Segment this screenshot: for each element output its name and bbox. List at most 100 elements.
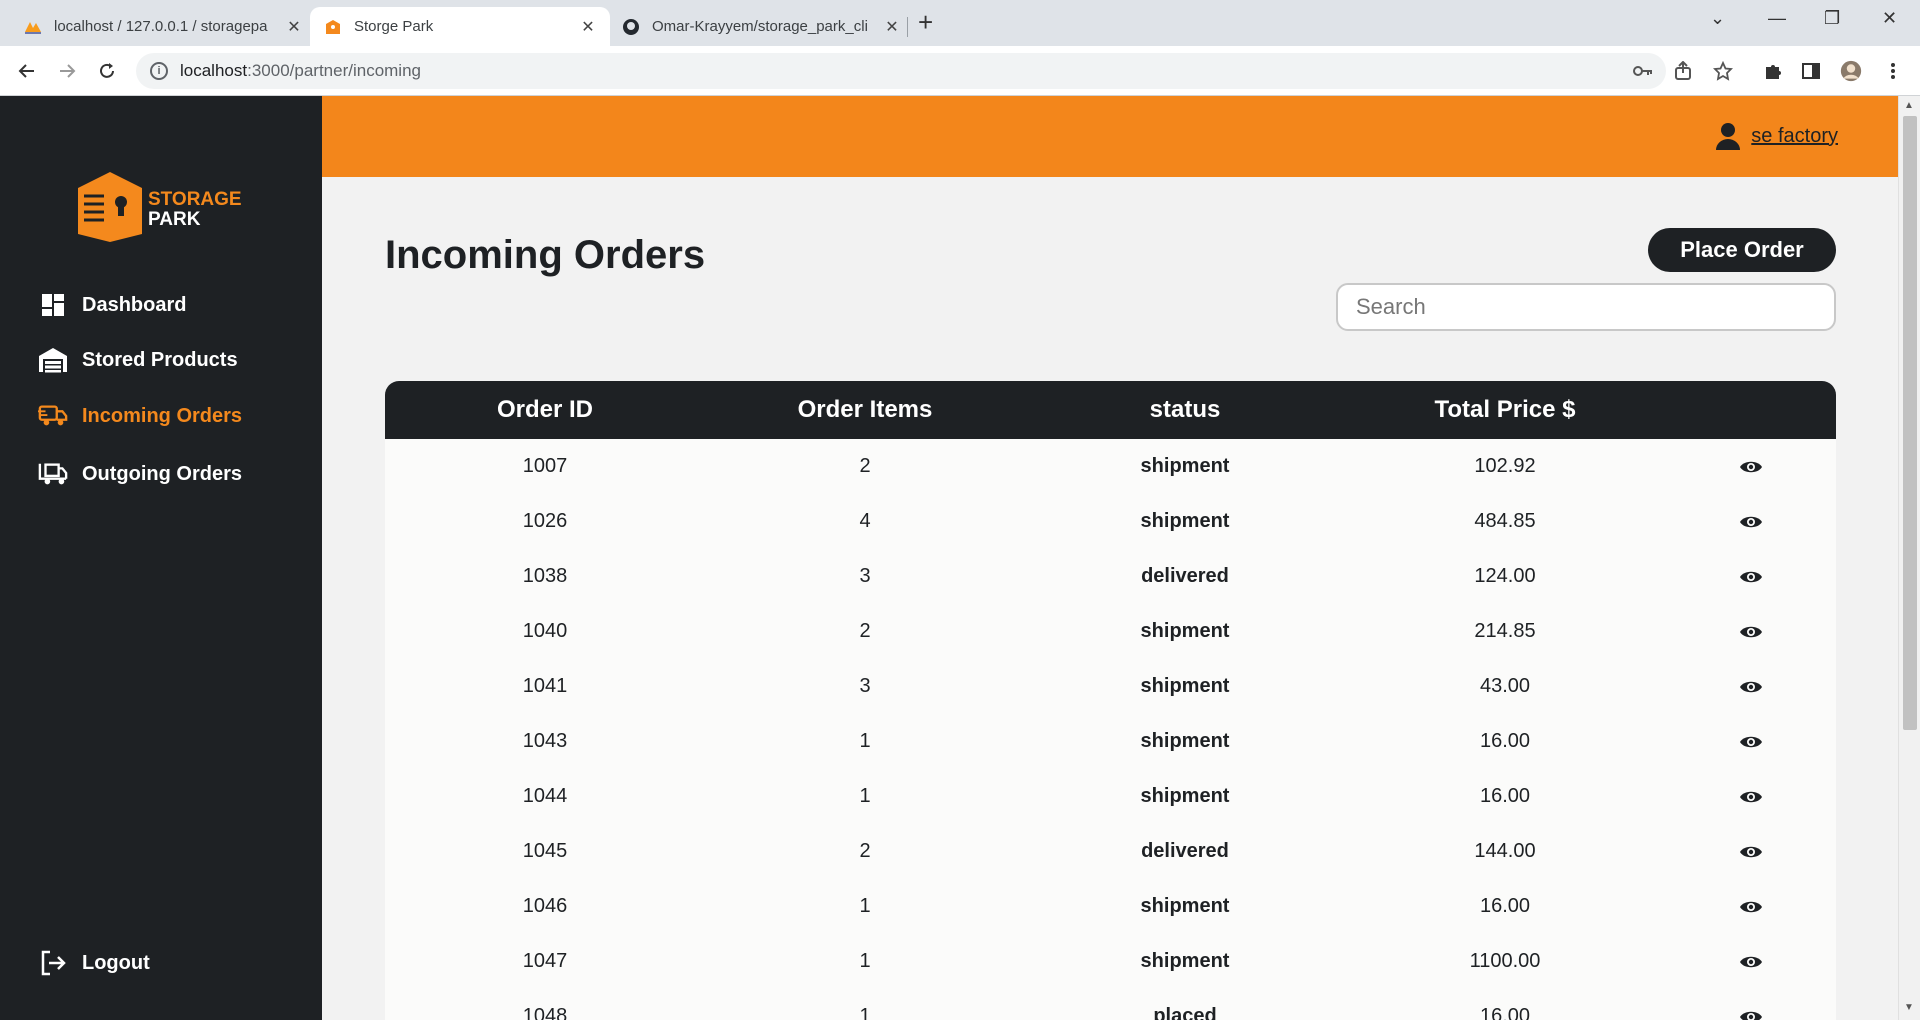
view-order-button[interactable] (1665, 679, 1836, 695)
table-row[interactable]: 1026 4 shipment 484.85 (385, 494, 1836, 549)
storage-park-logo[interactable]: STORAGE PARK (76, 170, 246, 244)
eye-icon[interactable] (1739, 679, 1763, 695)
table-row[interactable]: 1046 1 shipment 16.00 (385, 879, 1836, 934)
cell-status: shipment (1140, 895, 1230, 917)
minimize-icon[interactable]: — (1768, 8, 1786, 29)
side-panel-icon[interactable] (1800, 60, 1822, 82)
cell-order-items: 1 (859, 895, 871, 917)
table-row[interactable]: 1038 3 delivered 124.00 (385, 549, 1836, 604)
address-bar[interactable]: i localhost:3000/partner/incoming (136, 53, 1666, 89)
view-order-button[interactable] (1665, 514, 1836, 530)
view-order-button[interactable] (1665, 459, 1836, 475)
cell-status: shipment (1140, 785, 1230, 807)
column-header-status[interactable]: status (1025, 396, 1345, 424)
profile-avatar-icon[interactable] (1840, 60, 1862, 82)
logout-button[interactable]: Logout (38, 946, 150, 980)
cell-total-price: 484.85 (1474, 510, 1536, 532)
tab-close-icon[interactable]: ✕ (884, 17, 900, 37)
password-key-icon[interactable] (1632, 60, 1654, 82)
cell-order-id: 1044 (522, 785, 568, 807)
new-tab-plus-icon[interactable]: + (918, 8, 933, 36)
table-row[interactable]: 1045 2 delivered 144.00 (385, 824, 1836, 879)
cell-order-items: 3 (859, 675, 871, 697)
table-row[interactable]: 1047 1 shipment 1100.00 (385, 934, 1836, 989)
cell-order-id: 1026 (522, 510, 568, 532)
sidebar: STORAGE PARK Dashboard Stored Products I… (0, 96, 322, 1020)
restore-icon[interactable]: ❐ (1824, 8, 1840, 29)
browser-tab-github[interactable]: Omar-Krayyem/storage_park_cli ✕ (608, 7, 914, 46)
tab-close-icon[interactable]: ✕ (286, 17, 302, 37)
cell-status: shipment (1140, 675, 1230, 697)
cell-order-id: 1048 (522, 1005, 568, 1020)
forward-arrow-icon[interactable] (52, 56, 82, 86)
table-row[interactable]: 1007 2 shipment 102.92 (385, 439, 1836, 494)
column-header-order-items[interactable]: Order Items (705, 396, 1025, 424)
cell-total-price: 16.00 (1479, 785, 1531, 807)
eye-icon[interactable] (1739, 954, 1763, 970)
eye-icon[interactable] (1739, 899, 1763, 915)
cell-status: delivered (1141, 565, 1229, 587)
tab-search-chevron-icon[interactable]: ⌄ (1710, 8, 1725, 29)
phpmyadmin-favicon-icon (25, 21, 41, 34)
view-order-button[interactable] (1665, 569, 1836, 585)
site-info-icon[interactable]: i (150, 62, 168, 80)
eye-icon[interactable] (1739, 569, 1763, 585)
view-order-button[interactable] (1665, 624, 1836, 640)
user-menu[interactable]: se factory (1715, 122, 1838, 150)
eye-icon[interactable] (1739, 514, 1763, 530)
extensions-puzzle-icon[interactable] (1762, 60, 1784, 82)
eye-icon[interactable] (1739, 734, 1763, 750)
view-order-button[interactable] (1665, 734, 1836, 750)
storage-park-favicon-icon (326, 19, 340, 34)
view-order-button[interactable] (1665, 789, 1836, 805)
view-order-button[interactable] (1665, 1009, 1836, 1020)
table-row[interactable]: 1048 1 placed 16.00 (385, 989, 1836, 1020)
column-header-order-id[interactable]: Order ID (385, 396, 705, 424)
view-order-button[interactable] (1665, 844, 1836, 860)
tab-close-icon[interactable]: ✕ (580, 17, 596, 37)
table-row[interactable]: 1040 2 shipment 214.85 (385, 604, 1836, 659)
share-icon[interactable] (1672, 60, 1694, 82)
sidebar-item-outgoing-orders[interactable]: Outgoing Orders (38, 457, 242, 491)
close-window-icon[interactable]: ✕ (1882, 8, 1897, 29)
user-name-link[interactable]: se factory (1751, 125, 1838, 148)
cell-order-id: 1040 (522, 620, 568, 642)
cell-order-items: 1 (859, 950, 871, 972)
cell-order-items: 4 (859, 510, 871, 532)
view-order-button[interactable] (1665, 954, 1836, 970)
browser-menu-icon[interactable] (1882, 60, 1904, 82)
eye-icon[interactable] (1739, 1009, 1763, 1020)
table-row[interactable]: 1043 1 shipment 16.00 (385, 714, 1836, 769)
cell-order-items: 2 (859, 620, 871, 642)
bookmark-star-icon[interactable] (1712, 60, 1734, 82)
sidebar-item-label: Outgoing Orders (82, 462, 242, 485)
eye-icon[interactable] (1739, 624, 1763, 640)
column-header-total-price[interactable]: Total Price $ (1345, 396, 1665, 424)
scroll-up-arrow-icon[interactable]: ▲ (1904, 100, 1914, 111)
back-arrow-icon[interactable] (12, 56, 42, 86)
reload-icon[interactable] (92, 56, 122, 86)
app-header: se factory (322, 96, 1898, 177)
sidebar-item-incoming-orders[interactable]: Incoming Orders (38, 399, 242, 433)
search-input[interactable] (1336, 283, 1836, 331)
cell-order-id: 1045 (522, 840, 568, 862)
browser-tab-phpmyadmin[interactable]: localhost / 127.0.0.1 / storagepa ✕ (10, 7, 316, 46)
cell-total-price: 102.92 (1474, 455, 1536, 477)
browser-tab-storge-park[interactable]: Storge Park ✕ (310, 7, 610, 46)
user-icon (1716, 123, 1741, 150)
scrollbar-thumb[interactable] (1903, 116, 1917, 730)
eye-icon[interactable] (1739, 789, 1763, 805)
table-row[interactable]: 1044 1 shipment 16.00 (385, 769, 1836, 824)
truck-fast-icon (38, 402, 68, 430)
sidebar-item-stored-products[interactable]: Stored Products (38, 343, 238, 377)
scroll-down-arrow-icon[interactable]: ▼ (1904, 1002, 1914, 1013)
sidebar-item-dashboard[interactable]: Dashboard (38, 288, 186, 322)
eye-icon[interactable] (1739, 844, 1763, 860)
view-order-button[interactable] (1665, 899, 1836, 915)
place-order-button[interactable]: Place Order (1648, 228, 1836, 272)
url-host: localhost (180, 61, 248, 80)
page-scrollbar[interactable]: ▲ ▼ (1898, 96, 1920, 1020)
cell-status: shipment (1140, 510, 1230, 532)
table-row[interactable]: 1041 3 shipment 43.00 (385, 659, 1836, 714)
eye-icon[interactable] (1739, 459, 1763, 475)
